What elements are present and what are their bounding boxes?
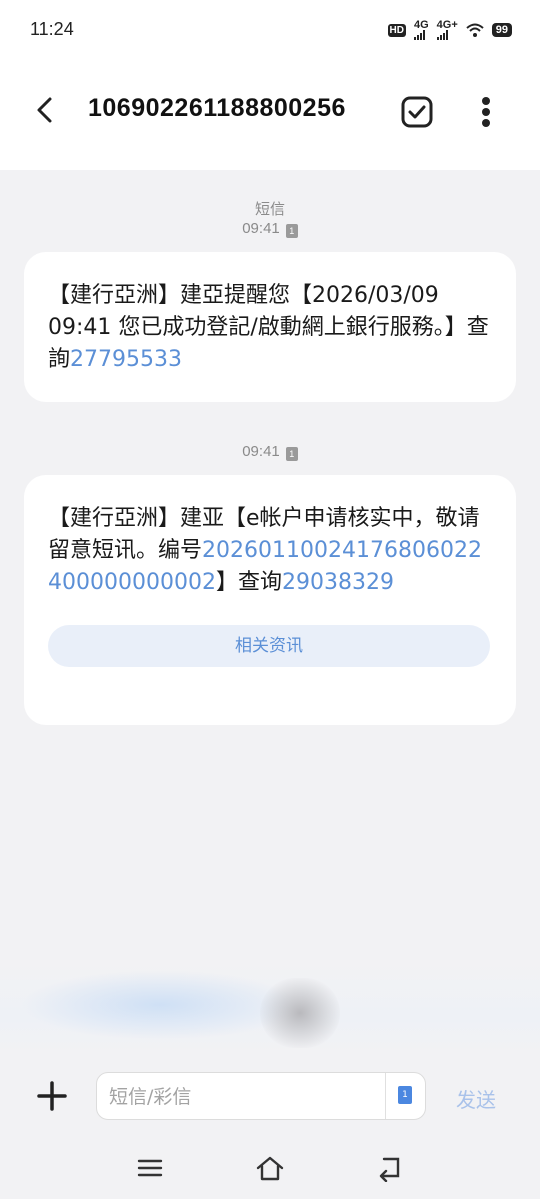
signal-icon-2: 4G+ [436,19,458,40]
phone-link[interactable]: 29038329 [282,570,394,595]
wifi-icon [466,23,484,37]
back-nav-icon[interactable] [376,1154,404,1182]
sim-card-icon: 1 [285,224,298,238]
message-bubble-2[interactable]: 【建行亞洲】建亚【e帐户申请核实中，敬请留意短讯。编号2026011002417… [24,475,516,725]
add-attachment-icon[interactable] [36,1080,68,1112]
redaction-scribble [260,978,340,1048]
conversation-header: 106902261188800256 [0,62,540,170]
related-info-button[interactable]: 相关资讯 [48,625,490,667]
network-type-2: 4G+ [436,19,458,31]
home-icon[interactable] [255,1154,285,1182]
message-input[interactable] [109,1081,379,1113]
message-type-label: 短信 [254,200,285,218]
redacted-region [0,960,540,1055]
sim-selector[interactable]: 1 [385,1073,425,1119]
select-check-icon[interactable] [400,95,434,129]
message-input-container: 1 [96,1072,426,1120]
sim-card-icon: 1 [398,1086,412,1104]
redaction-blur [20,970,300,1040]
status-time: 11:24 [30,19,74,39]
message-text-tail: 】查询 [215,570,282,595]
more-options-icon[interactable] [474,95,498,129]
timestamp-text: 09:41 [242,443,280,460]
status-bar: 11:24 HD 4G 4G+ 99 [0,0,540,62]
system-nav-bar [0,1140,540,1199]
status-icons: HD 4G 4G+ 99 [387,19,512,40]
recent-apps-icon[interactable] [136,1156,164,1180]
message-bubble-1[interactable]: 【建行亞洲】建亞提醒您【2026/03/09 09:41 您已成功登記/啟動網上… [24,252,516,402]
signal-icon-1: 4G [413,19,429,40]
send-button[interactable]: 发送 [456,1084,496,1113]
message-timestamp-1: 09:41 1 [0,220,540,238]
back-arrow-icon[interactable] [30,94,60,126]
contact-number-title: 106902261188800256 [88,94,346,122]
network-type-1: 4G [413,19,429,31]
phone-link[interactable]: 27795533 [70,347,182,372]
composer-bar: 1 发送 [0,1060,540,1130]
hd-icon: HD [387,23,406,37]
timestamp-text: 09:41 [242,220,280,237]
sim-card-icon: 1 [285,447,298,461]
message-timestamp-2: 09:41 1 [0,443,540,461]
battery-icon: 99 [491,23,512,37]
